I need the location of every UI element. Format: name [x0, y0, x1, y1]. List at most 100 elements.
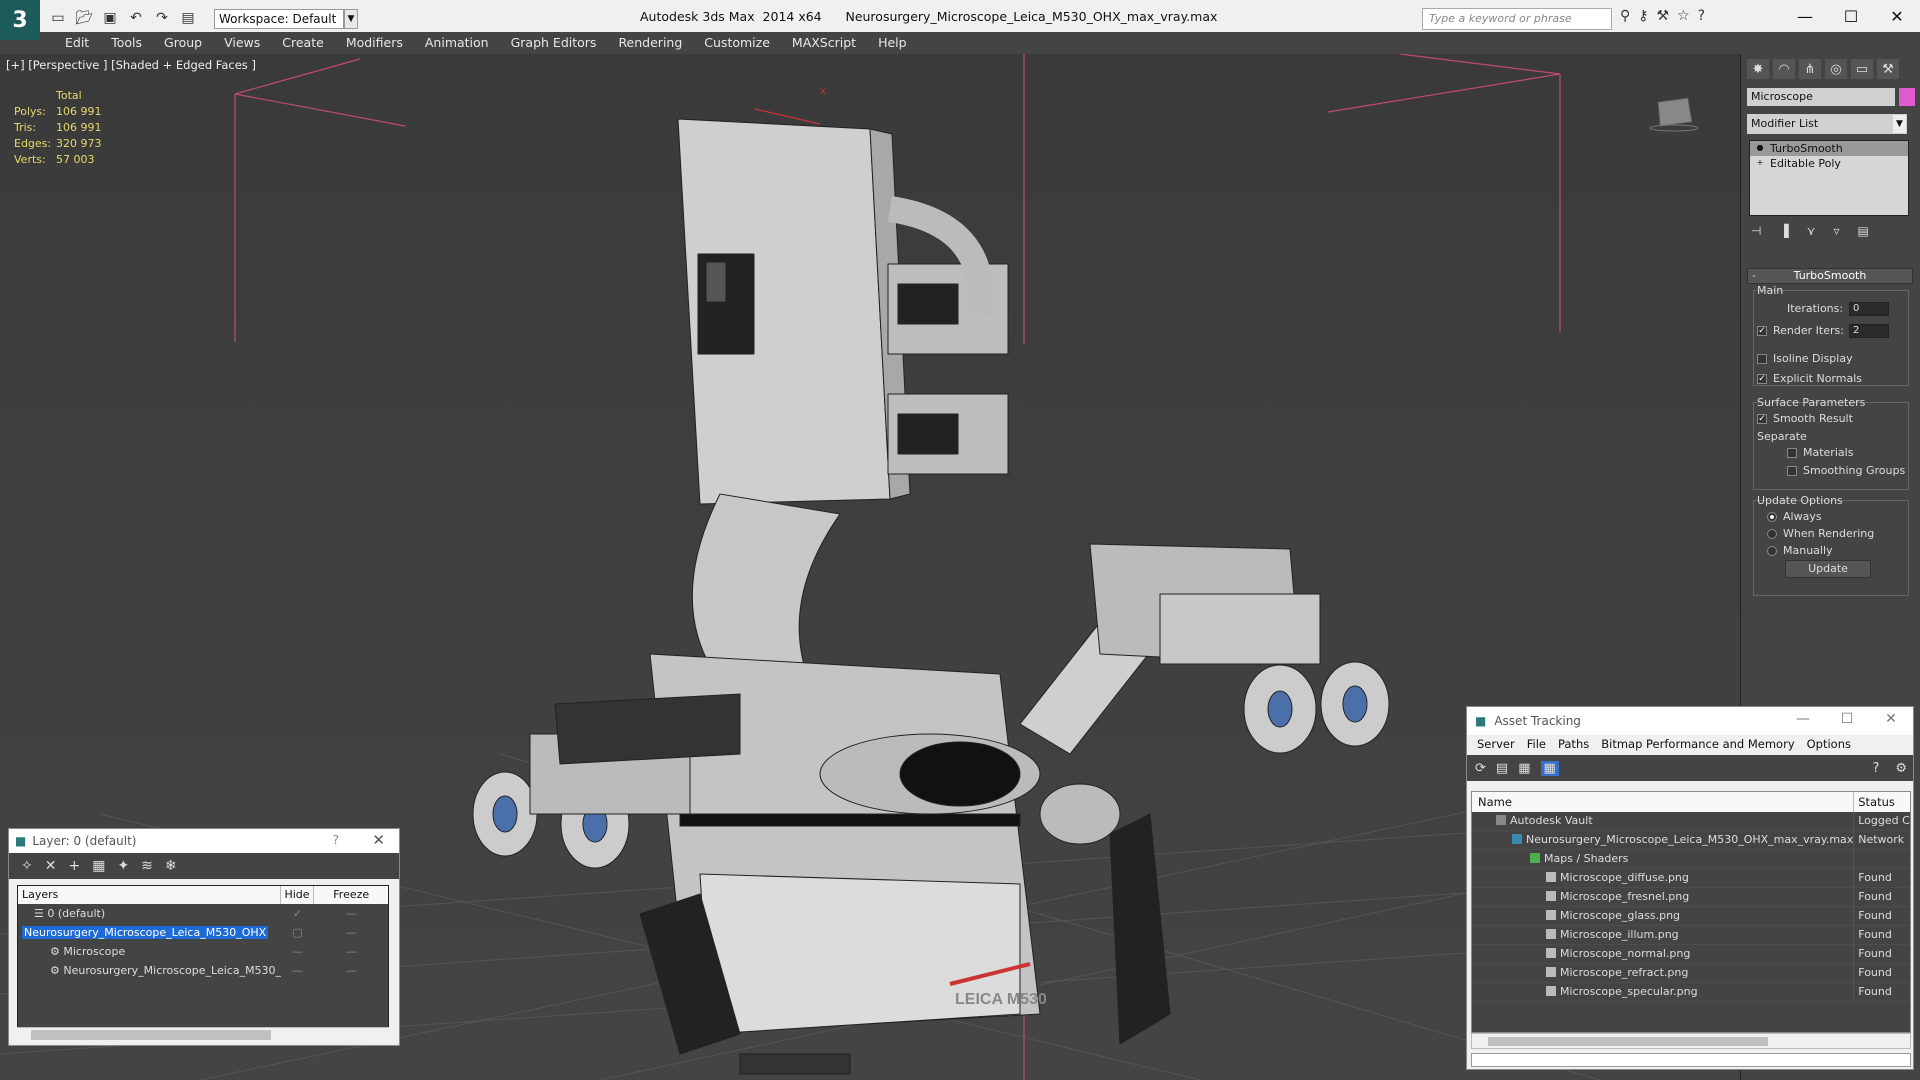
hide-toggle[interactable]: — [281, 964, 315, 977]
modifier-list-dropdown[interactable]: Modifier List [1747, 114, 1907, 134]
hide-toggle[interactable]: ✓ [281, 907, 315, 920]
render-iters-option[interactable]: ✓ Render Iters: [1757, 324, 1844, 337]
layer-row[interactable]: Neurosurgery_Microscope_Leica_M530_OHX ▢… [18, 923, 388, 942]
menu-paths[interactable]: Paths [1552, 735, 1595, 755]
app-logo-icon[interactable]: 3 [0, 0, 40, 40]
help-icon[interactable]: ? [1698, 8, 1705, 24]
motion-tab-icon[interactable]: ◎ [1825, 59, 1847, 79]
highlight-layer-icon[interactable]: ✦ [117, 858, 129, 874]
layer-row[interactable]: ☰ 0 (default) ✓ — [18, 904, 388, 923]
list-view-icon[interactable]: ▤ [1496, 761, 1508, 776]
menu-animation[interactable]: Animation [414, 32, 500, 54]
thumbnail-view-icon[interactable]: ▦ [1518, 761, 1530, 776]
utilities-tab-icon[interactable]: ⚒ [1877, 59, 1899, 79]
render-iters-spinner[interactable]: 2 [1849, 324, 1889, 338]
radio-selected[interactable] [1767, 511, 1777, 522]
close-icon[interactable]: ✕ [1874, 0, 1920, 32]
exchange-icon[interactable]: ⚒ [1657, 8, 1670, 24]
plus-icon[interactable]: + [1755, 158, 1765, 168]
hide-toggle[interactable]: — [281, 945, 315, 958]
menu-help[interactable]: Help [867, 32, 918, 54]
scrollbar-thumb[interactable] [31, 1030, 271, 1040]
always-option[interactable]: Always [1767, 510, 1822, 523]
maximize-icon[interactable]: ☐ [1825, 711, 1869, 727]
menu-modifiers[interactable]: Modifiers [335, 32, 414, 54]
layer-row[interactable]: ⚙ Microscope — — [18, 942, 388, 961]
lightbulb-icon[interactable]: ● [1755, 143, 1765, 153]
refresh-icon[interactable]: ⟳ [1475, 761, 1486, 776]
key-icon[interactable]: ⚷ [1638, 8, 1648, 24]
star-icon[interactable]: ☆ [1677, 8, 1690, 24]
chevron-down-icon[interactable]: ▼ [1893, 115, 1906, 133]
stack-item-turbosmooth[interactable]: ● TurboSmooth [1750, 141, 1908, 156]
help-icon[interactable]: ? [333, 833, 339, 847]
col-name[interactable]: Name [1472, 792, 1855, 812]
asset-row[interactable]: Microscope_fresnel.png Found [1472, 888, 1910, 907]
menu-create[interactable]: Create [271, 32, 335, 54]
delete-layer-icon[interactable]: ✕ [45, 858, 57, 874]
col-hide[interactable]: Hide [281, 886, 315, 904]
redo-icon[interactable]: ↷ [152, 8, 172, 28]
save-file-icon[interactable]: ▣ [100, 8, 120, 28]
turbosmooth-rollout-header[interactable]: - TurboSmooth [1747, 268, 1913, 284]
collapse-icon[interactable]: - [1752, 269, 1756, 283]
asset-row[interactable]: Microscope_specular.png Found [1472, 983, 1910, 1002]
checkbox[interactable] [1787, 465, 1797, 476]
workspace-dropdown[interactable]: Workspace: Default [214, 9, 344, 29]
asset-row[interactable]: Maps / Shaders [1472, 850, 1910, 869]
menu-bitmap-performance[interactable]: Bitmap Performance and Memory [1595, 735, 1800, 755]
table-view-icon[interactable]: ▦ [1540, 760, 1559, 776]
object-color-swatch[interactable] [1899, 88, 1915, 106]
freeze-toggle[interactable]: — [314, 907, 388, 920]
checkbox[interactable] [1787, 447, 1797, 458]
add-to-layer-icon[interactable]: + [68, 858, 80, 874]
asset-row[interactable]: Autodesk Vault Logged C [1472, 812, 1910, 831]
iterations-spinner[interactable]: 0 [1849, 302, 1889, 316]
materials-option[interactable]: Materials [1787, 446, 1853, 459]
hierarchy-tab-icon[interactable]: ⋔ [1799, 59, 1821, 79]
asset-row[interactable]: Microscope_glass.png Found [1472, 907, 1910, 926]
update-button[interactable]: Update [1785, 560, 1871, 578]
menu-tools[interactable]: Tools [100, 32, 153, 54]
chevron-down-icon[interactable]: ▼ [344, 9, 358, 29]
object-name-field[interactable]: Microscope [1747, 88, 1895, 106]
checkbox-checked[interactable]: ✓ [1757, 325, 1767, 336]
col-status[interactable]: Status [1854, 792, 1910, 812]
hide-all-layers-icon[interactable]: ≋ [141, 858, 153, 874]
checkbox[interactable] [1757, 353, 1767, 364]
minimize-icon[interactable]: — [1782, 0, 1828, 32]
settings-icon[interactable]: ⚙ [1895, 761, 1907, 776]
make-unique-icon[interactable]: ⋎ [1807, 224, 1816, 238]
undo-icon[interactable]: ↶ [126, 8, 146, 28]
col-layers[interactable]: Layers [18, 886, 281, 904]
isoline-display-option[interactable]: Isoline Display [1757, 352, 1853, 365]
open-file-icon[interactable]: 📂︎ [74, 8, 94, 28]
maximize-icon[interactable]: ☐ [1828, 0, 1874, 32]
minimize-icon[interactable]: — [1781, 711, 1825, 727]
menu-server[interactable]: Server [1471, 735, 1521, 755]
horizontal-scrollbar[interactable] [17, 1027, 389, 1041]
freeze-toggle[interactable]: — [314, 964, 388, 977]
horizontal-scrollbar[interactable] [1471, 1033, 1911, 1049]
when-rendering-option[interactable]: When Rendering [1767, 527, 1874, 540]
radio[interactable] [1767, 545, 1777, 556]
viewport-label[interactable]: [+] [Perspective ] [Shaded + Edged Faces… [6, 58, 256, 72]
viewcube-icon[interactable] [1648, 92, 1700, 132]
menu-graph-editors[interactable]: Graph Editors [500, 32, 608, 54]
close-icon[interactable]: ✕ [1869, 711, 1913, 727]
close-icon[interactable]: ✕ [372, 831, 385, 849]
microscope-model[interactable] [472, 118, 1390, 1075]
asset-row[interactable]: Microscope_diffuse.png Found [1472, 869, 1910, 888]
asset-row[interactable]: Microscope_refract.png Found [1472, 964, 1910, 983]
radio[interactable] [1767, 528, 1777, 539]
menu-customize[interactable]: Customize [693, 32, 781, 54]
menu-maxscript[interactable]: MAXScript [781, 32, 867, 54]
layer-row[interactable]: ⚙ Neurosurgery_Microscope_Leica_M530_OHX… [18, 961, 388, 980]
remove-modifier-icon[interactable]: ▿ [1833, 224, 1839, 238]
new-file-icon[interactable]: ▭ [48, 8, 68, 28]
freeze-all-layers-icon[interactable]: ❄ [165, 858, 177, 874]
create-tab-icon[interactable]: ✸ [1747, 59, 1769, 79]
new-layer-icon[interactable]: ✧ [21, 858, 33, 874]
configure-sets-icon[interactable]: ▤ [1858, 224, 1869, 238]
asset-row[interactable]: Microscope_illum.png Found [1472, 926, 1910, 945]
